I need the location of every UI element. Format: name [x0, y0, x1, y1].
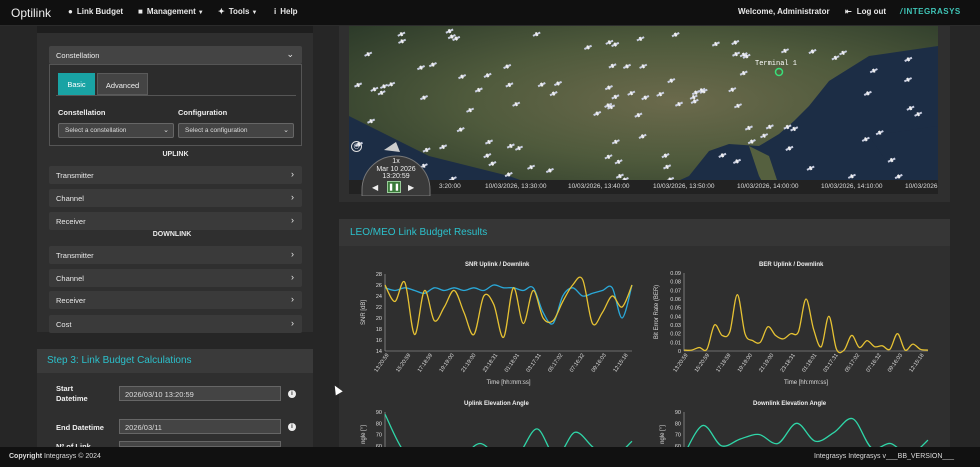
panel-top-strip: [37, 26, 313, 33]
chevron-right-icon: ›: [291, 192, 294, 202]
clock-speed: 1x: [392, 158, 400, 165]
downlink-section-title: DOWNLINK: [152, 231, 192, 238]
uplink-receiver[interactable]: Receiver ›: [49, 212, 302, 230]
configuration-label: Configuration: [178, 108, 228, 117]
satellite-map[interactable]: Terminal 1 ◷: [349, 26, 938, 194]
lock-icon: ■: [138, 7, 143, 16]
tab-divider: [56, 95, 296, 96]
uplink-elevation-title: Uplink Elevation Angle: [464, 401, 529, 407]
chevron-right-icon: ›: [291, 318, 294, 328]
chevron-down-icon: ▼: [197, 10, 204, 16]
snr-chart-title: SNR Uplink / Downlink: [465, 262, 530, 268]
pause-button[interactable]: ❚❚: [387, 181, 401, 193]
timeline-label: 10/03/2026, 14:10:00: [821, 183, 883, 190]
version-text: Integrasys Integrasys v___BB_VERSION___: [814, 453, 955, 460]
chevron-right-icon: ›: [291, 249, 294, 259]
nav-management[interactable]: ■ Management ▼: [138, 7, 204, 16]
chevron-right-icon: ›: [291, 294, 294, 304]
uplink-section-title: UPLINK: [162, 151, 189, 158]
nav-help[interactable]: i Help: [274, 7, 298, 16]
timeline-label: 3:20:00: [439, 183, 461, 190]
info-icon[interactable]: i: [288, 423, 296, 431]
start-datetime-label: Start Datetime: [56, 384, 88, 403]
chevron-right-icon: ›: [291, 272, 294, 282]
ber-chart-title: BER Uplink / Downlink: [759, 262, 824, 268]
timeline-label: 10/03/2026, 13:30:00: [485, 183, 547, 190]
globe-icon: ●: [68, 7, 73, 16]
end-datetime-input[interactable]: 2026/03/11: [119, 419, 281, 434]
uplink-transmitter[interactable]: Transmitter ›: [49, 166, 302, 184]
chevron-down-icon: ⌄: [283, 127, 289, 134]
chevron-down-icon: ▼: [251, 10, 258, 16]
start-datetime-input[interactable]: 2026/03/10 13:20:59: [119, 386, 281, 401]
terminal-label: Terminal 1: [755, 60, 798, 68]
company-logo: /INTEGRASYS: [900, 7, 961, 16]
logout-icon: ⇤: [845, 7, 852, 16]
tab-advanced[interactable]: Advanced: [97, 73, 148, 95]
map-svg: [349, 26, 938, 194]
wrench-icon: ✦: [218, 7, 225, 16]
configuration-select[interactable]: Select a configuration ⌄: [178, 123, 294, 138]
chevron-down-icon: ⌄: [286, 49, 294, 59]
play-forward-button[interactable]: ▶: [408, 183, 414, 192]
clock-time: 13:20:59: [382, 173, 410, 180]
results-panel: [339, 219, 950, 447]
downlink-cost[interactable]: Cost ›: [49, 315, 302, 333]
rewind-button[interactable]: ◀: [372, 183, 378, 192]
logout-link[interactable]: ⇤ Log out: [845, 7, 886, 16]
logo-mark-icon: /: [900, 7, 903, 16]
constellation-label: Constellation: [58, 108, 106, 117]
chevron-down-icon: ⌄: [163, 127, 169, 134]
welcome-text: Welcome, Administrator: [738, 7, 830, 16]
results-title: LEO/MEO Link Budget Results: [339, 219, 950, 246]
nav-link-budget[interactable]: ● Link Budget: [68, 7, 123, 16]
brand-name[interactable]: Optilink: [11, 6, 51, 20]
downlink-transmitter[interactable]: Transmitter ›: [49, 246, 302, 264]
timeline-label: 10/03/2026, 14:00:00: [737, 183, 799, 190]
downlink-elevation-title: Downlink Elevation Angle: [753, 401, 827, 407]
info-icon: i: [274, 7, 277, 16]
chevron-right-icon: ›: [291, 215, 294, 225]
top-navbar: Optilink ● Link Budget ■ Management ▼ ✦ Tool…: [0, 0, 980, 26]
chevron-right-icon: ›: [291, 169, 294, 179]
timeline-label: 10/03/2026: [905, 183, 938, 190]
nav-tools[interactable]: ✦ Tools ▼: [218, 7, 257, 16]
downlink-receiver[interactable]: Receiver ›: [49, 291, 302, 309]
downlink-channel[interactable]: Channel ›: [49, 269, 302, 287]
uplink-channel[interactable]: Channel ›: [49, 189, 302, 207]
clock-date: Mar 10 2026: [376, 166, 416, 173]
step3-title: Step 3: Link Budget Calculations: [37, 349, 313, 373]
constellation-accordion-header[interactable]: Constellation ⌄: [49, 46, 302, 64]
timeline-label: 10/03/2026, 13:50:00: [653, 183, 715, 190]
copyright: Copyright Integrasys © 2024: [9, 453, 101, 460]
tab-basic[interactable]: Basic: [58, 73, 95, 95]
timeline-bar[interactable]: 3:20:00 10/03/2026, 13:30:00 10/03/2026,…: [349, 180, 938, 194]
animation-clock-widget[interactable]: 1x Mar 10 2026 13:20:59 ◀ ❚❚ ▶: [358, 140, 434, 196]
constellation-box: Basic Advanced Constellation Configurati…: [49, 64, 302, 146]
end-datetime-label: End Datetime: [56, 423, 104, 432]
constellation-select[interactable]: Select a constellation ⌄: [58, 123, 174, 138]
timeline-label: 10/03/2026, 13:40:00: [568, 183, 630, 190]
footer: Copyright Integrasys © 2024 Integrasys I…: [0, 447, 980, 467]
info-icon[interactable]: i: [288, 390, 296, 398]
